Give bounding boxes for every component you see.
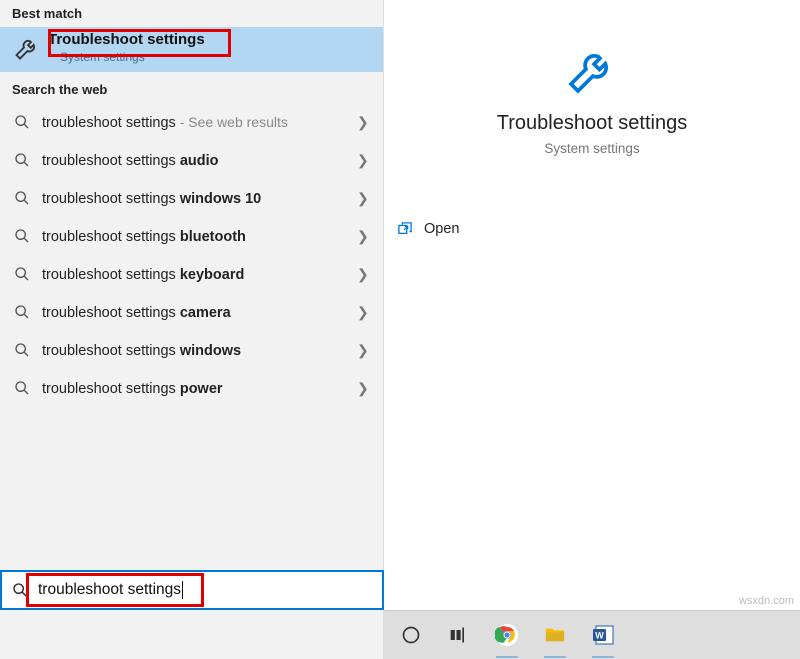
search-icon [14, 152, 30, 168]
best-match-item[interactable]: Troubleshoot settings System settings [0, 27, 383, 72]
web-result-label: troubleshoot settings - See web results [42, 114, 357, 131]
search-web-header: Search the web [0, 72, 383, 103]
web-result-item[interactable]: troubleshoot settings windows❯ [0, 331, 383, 369]
best-match-header: Best match [0, 0, 383, 27]
chevron-right-icon: ❯ [357, 342, 369, 359]
web-results-list: troubleshoot settings - See web results❯… [0, 103, 383, 407]
search-icon [14, 266, 30, 282]
open-icon [398, 222, 414, 236]
search-input[interactable]: troubleshoot settings [0, 570, 384, 610]
web-result-label: troubleshoot settings keyboard [42, 266, 357, 283]
web-result-label: troubleshoot settings windows [42, 342, 357, 359]
open-action[interactable]: Open [384, 214, 800, 244]
search-icon [12, 582, 28, 598]
search-icon [14, 114, 30, 130]
wrench-large-icon [564, 42, 620, 98]
web-result-label: troubleshoot settings audio [42, 152, 357, 169]
task-view-icon[interactable] [446, 622, 472, 648]
search-icon [14, 380, 30, 396]
search-icon [14, 228, 30, 244]
web-result-label: troubleshoot settings windows 10 [42, 190, 357, 207]
watermark: wsxdn.com [739, 595, 794, 607]
cortana-circle-icon[interactable] [398, 622, 424, 648]
preview-header: Troubleshoot settings System settings [384, 0, 800, 156]
chevron-right-icon: ❯ [357, 304, 369, 321]
web-result-item[interactable]: troubleshoot settings camera❯ [0, 293, 383, 331]
preview-panel: Troubleshoot settings System settings Op… [384, 0, 800, 610]
search-input-value: troubleshoot settings [38, 581, 181, 599]
web-result-item[interactable]: troubleshoot settings bluetooth❯ [0, 217, 383, 255]
search-results-panel: Best match Troubleshoot settings System … [0, 0, 384, 659]
web-result-label: troubleshoot settings camera [42, 304, 357, 321]
search-icon [14, 304, 30, 320]
chevron-right-icon: ❯ [357, 190, 369, 207]
web-result-label: troubleshoot settings bluetooth [42, 228, 357, 245]
best-match-subtitle: System settings [48, 50, 205, 64]
best-match-text: Troubleshoot settings System settings [48, 31, 205, 64]
web-result-item[interactable]: troubleshoot settings audio❯ [0, 141, 383, 179]
web-result-item[interactable]: troubleshoot settings keyboard❯ [0, 255, 383, 293]
chevron-right-icon: ❯ [357, 266, 369, 283]
search-icon [14, 190, 30, 206]
wrench-icon [12, 33, 42, 63]
chevron-right-icon: ❯ [357, 228, 369, 245]
chrome-icon[interactable] [494, 622, 520, 648]
chevron-right-icon: ❯ [357, 114, 369, 131]
web-result-item[interactable]: troubleshoot settings windows 10❯ [0, 179, 383, 217]
word-icon[interactable]: W [590, 622, 616, 648]
file-explorer-icon[interactable] [542, 622, 568, 648]
preview-subtitle: System settings [384, 141, 800, 156]
search-icon [14, 342, 30, 358]
web-result-label: troubleshoot settings power [42, 380, 357, 397]
taskbar: W [384, 610, 800, 659]
chevron-right-icon: ❯ [357, 380, 369, 397]
best-match-title: Troubleshoot settings [48, 31, 205, 48]
open-label: Open [424, 221, 459, 237]
chevron-right-icon: ❯ [357, 152, 369, 169]
preview-title: Troubleshoot settings [384, 112, 800, 135]
web-result-item[interactable]: troubleshoot settings power❯ [0, 369, 383, 407]
text-cursor [182, 581, 183, 599]
svg-text:W: W [595, 631, 604, 641]
web-result-item[interactable]: troubleshoot settings - See web results❯ [0, 103, 383, 141]
